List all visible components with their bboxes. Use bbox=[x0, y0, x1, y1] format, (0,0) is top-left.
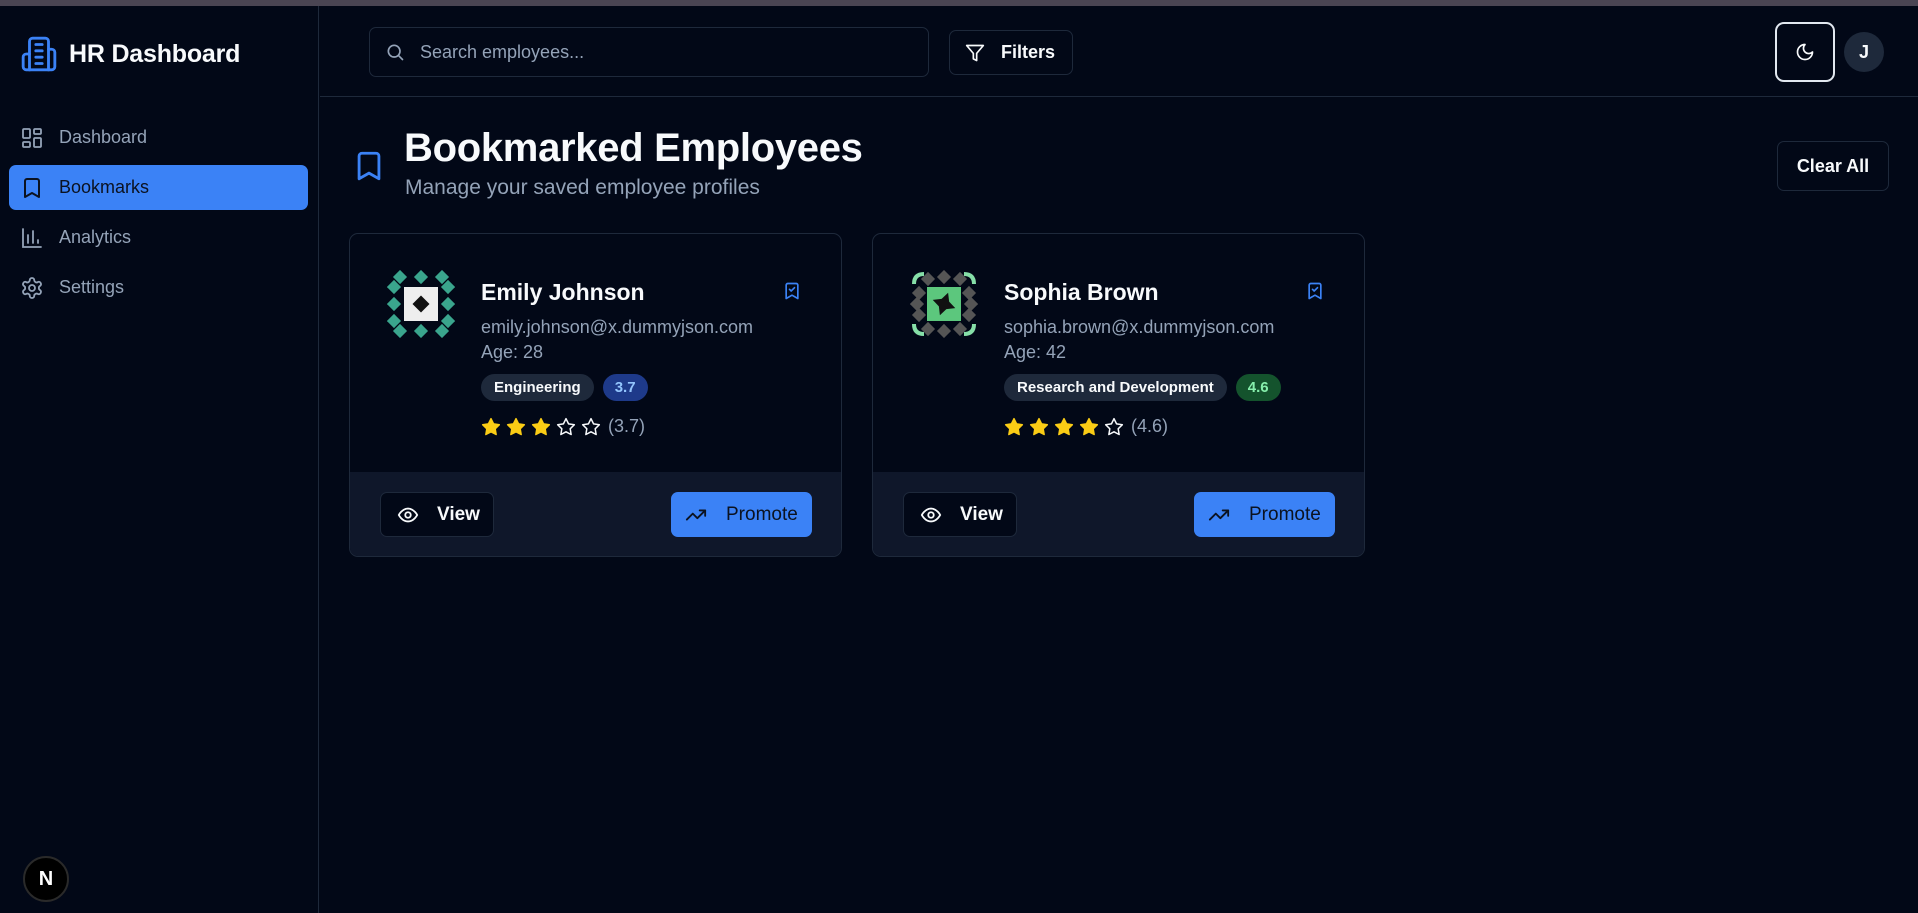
theme-toggle-button[interactable] bbox=[1775, 22, 1835, 82]
employee-name: Emily Johnson bbox=[481, 279, 645, 305]
promote-button[interactable]: Promote bbox=[671, 492, 812, 537]
bookmark-icon bbox=[24, 177, 40, 198]
star-icon bbox=[506, 417, 526, 435]
sidebar-nav: Dashboard Bookmarks Analytics Settings bbox=[9, 115, 308, 315]
grid-icon bbox=[22, 127, 42, 148]
top-header: Filters J bbox=[320, 6, 1918, 97]
view-button[interactable]: View bbox=[903, 492, 1017, 537]
identicon-avatar bbox=[910, 270, 978, 338]
star-icon bbox=[581, 417, 601, 435]
view-label: View bbox=[960, 503, 1003, 525]
building-icon bbox=[21, 36, 57, 72]
identicon-avatar bbox=[387, 270, 455, 338]
sidebar-item-label: Settings bbox=[59, 277, 125, 297]
score-badge: 4.6 bbox=[1235, 374, 1281, 401]
department-badge: Engineering bbox=[481, 374, 594, 401]
sidebar-item-dashboard[interactable]: Dashboard bbox=[9, 115, 308, 160]
sidebar-item-bookmarks[interactable]: Bookmarks bbox=[9, 165, 308, 210]
bar-chart-icon bbox=[22, 227, 42, 248]
employee-age: Age: 28 bbox=[481, 342, 544, 362]
card-footer: View Promote bbox=[350, 472, 841, 556]
employee-email: emily.johnson@x.dummyjson.com bbox=[481, 317, 754, 337]
sidebar-item-label: Analytics bbox=[59, 227, 132, 247]
eye-icon bbox=[397, 507, 419, 522]
framework-badge[interactable]: N bbox=[23, 856, 69, 902]
rating-text: (3.7) bbox=[608, 416, 646, 436]
sidebar-item-label: Bookmarks bbox=[59, 177, 150, 197]
page-title: Bookmarked Employees bbox=[404, 126, 863, 170]
page-subtitle: Manage your saved employee profiles bbox=[405, 176, 760, 199]
card-footer: View Promote bbox=[873, 472, 1364, 556]
promote-label: Promote bbox=[1249, 503, 1321, 525]
filter-icon bbox=[965, 44, 985, 61]
trending-up-icon bbox=[1208, 509, 1230, 520]
employee-name: Sophia Brown bbox=[1004, 279, 1159, 305]
bookmark-check-icon[interactable] bbox=[1305, 280, 1325, 302]
card-body: Emily Johnson emily.johnson@x.dummyjson.… bbox=[350, 234, 841, 472]
clear-all-button[interactable]: Clear All bbox=[1777, 141, 1889, 191]
star-rating: (3.7) bbox=[481, 416, 645, 437]
badge-row: Engineering 3.7 bbox=[481, 374, 648, 401]
star-rating: (4.6) bbox=[1004, 416, 1168, 437]
employee-age: Age: 42 bbox=[1004, 342, 1067, 362]
trending-up-icon bbox=[685, 509, 707, 520]
filters-button[interactable]: Filters bbox=[949, 30, 1073, 75]
bookmark-icon bbox=[357, 151, 381, 181]
user-avatar[interactable]: J bbox=[1844, 32, 1884, 72]
star-icon bbox=[481, 417, 501, 435]
star-icon bbox=[1054, 417, 1074, 435]
search-input[interactable] bbox=[420, 41, 900, 63]
score-badge: 3.7 bbox=[602, 374, 648, 401]
view-button[interactable]: View bbox=[380, 492, 494, 537]
promote-label: Promote bbox=[726, 503, 798, 525]
moon-icon bbox=[1796, 43, 1814, 61]
employee-email: sophia.brown@x.dummyjson.com bbox=[1004, 317, 1275, 337]
search-box[interactable] bbox=[369, 27, 929, 77]
promote-button[interactable]: Promote bbox=[1194, 492, 1335, 537]
star-icon bbox=[556, 417, 576, 435]
employee-card: Sophia Brown sophia.brown@x.dummyjson.co… bbox=[872, 233, 1365, 557]
rating-text: (4.6) bbox=[1131, 416, 1169, 436]
star-icon bbox=[1029, 417, 1049, 435]
filters-label: Filters bbox=[1001, 42, 1056, 62]
star-icon bbox=[1104, 417, 1124, 435]
gear-icon bbox=[22, 276, 42, 299]
eye-icon bbox=[920, 507, 942, 522]
star-icon bbox=[1004, 417, 1024, 435]
view-label: View bbox=[437, 503, 480, 525]
sidebar: HR Dashboard Dashboard Bookmarks Analyti… bbox=[0, 6, 319, 913]
brand[interactable]: HR Dashboard bbox=[20, 35, 240, 73]
sidebar-item-label: Dashboard bbox=[59, 127, 148, 147]
app-title: HR Dashboard bbox=[69, 39, 241, 68]
sidebar-item-settings[interactable]: Settings bbox=[9, 265, 308, 310]
department-badge: Research and Development bbox=[1004, 374, 1227, 401]
card-body: Sophia Brown sophia.brown@x.dummyjson.co… bbox=[873, 234, 1364, 472]
bookmark-check-icon[interactable] bbox=[782, 280, 802, 302]
badge-row: Research and Development 4.6 bbox=[1004, 374, 1281, 401]
star-icon bbox=[1079, 417, 1099, 435]
sidebar-item-analytics[interactable]: Analytics bbox=[9, 215, 308, 260]
employee-card: Emily Johnson emily.johnson@x.dummyjson.… bbox=[349, 233, 842, 557]
star-icon bbox=[531, 417, 551, 435]
search-icon bbox=[387, 44, 404, 61]
